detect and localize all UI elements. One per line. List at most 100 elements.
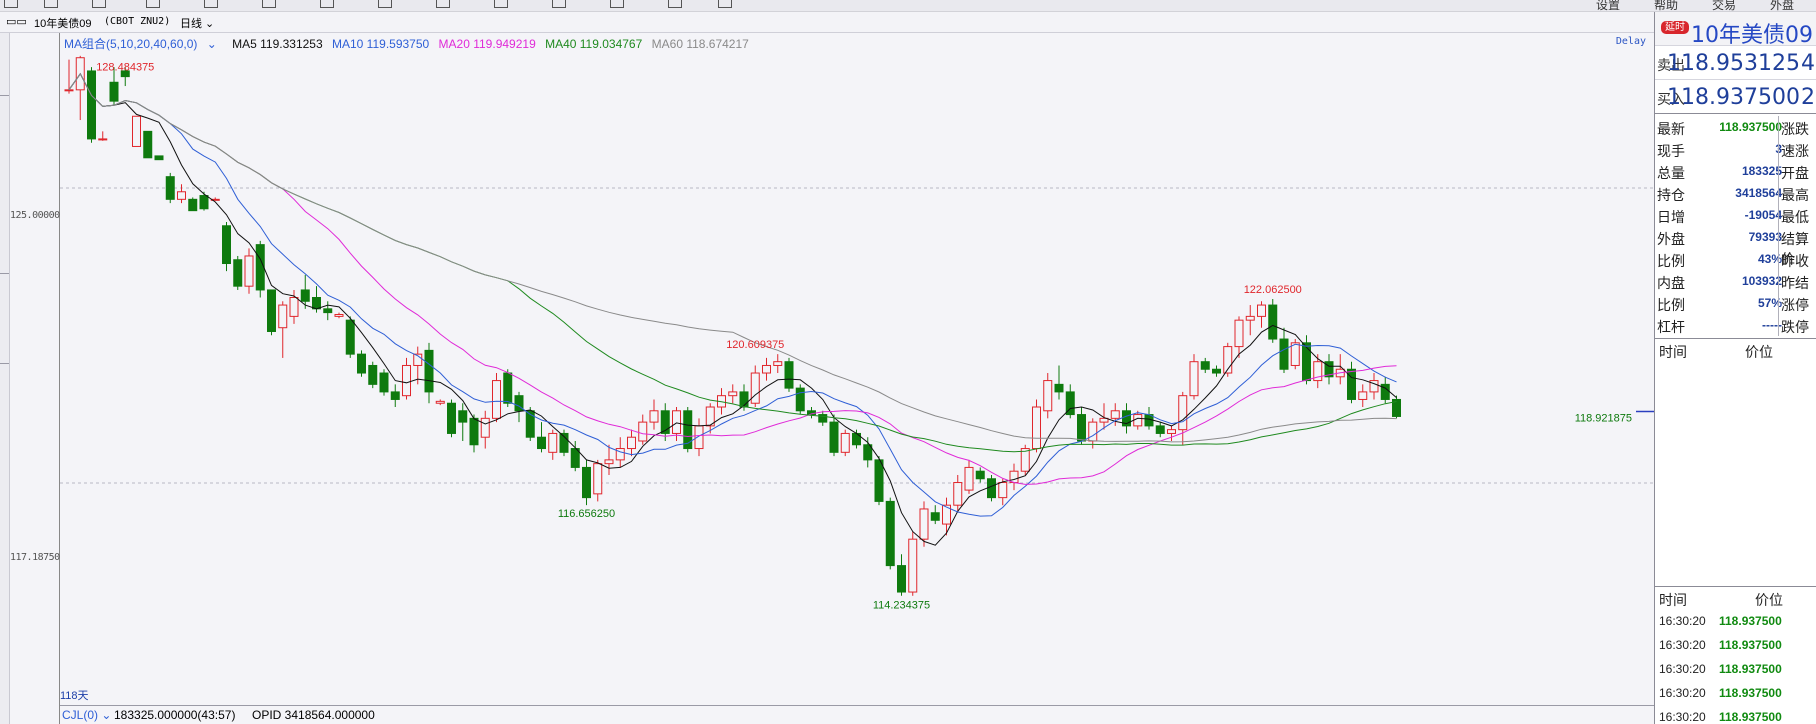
stat-divider — [1778, 270, 1779, 292]
ma-group-selector[interactable]: MA组合(5,10,20,40,60,0) ⌄ — [64, 37, 223, 51]
toolbar-icon-12[interactable] — [610, 0, 624, 8]
stat-value: 79393 — [1748, 230, 1782, 244]
candle-body — [1212, 368, 1221, 374]
candle-body — [728, 391, 738, 397]
candlestick-chart[interactable]: 128.484375 120.609375 122.062500 116.656250… — [60, 33, 1654, 705]
candle-body — [773, 361, 783, 366]
link-icon[interactable]: ▭▭ — [6, 15, 27, 28]
toolbar-icon-13[interactable] — [668, 0, 682, 8]
delay-badge: 延时 — [1661, 21, 1689, 34]
stat-value: ----- — [1762, 318, 1782, 332]
stat-row: 杠杆 ----- 跌停 — [1655, 314, 1816, 336]
candle-body — [885, 500, 895, 567]
candle-body — [64, 89, 74, 92]
tick-header-time: 时间 — [1659, 592, 1687, 608]
toolbar-icon-5[interactable] — [204, 0, 218, 8]
candle-body — [188, 198, 198, 212]
top-toolbar: 设置 帮助 交易 外盘 — [0, 0, 1816, 12]
candle-body — [548, 432, 558, 453]
candle-body — [672, 410, 681, 434]
stat-divider — [1778, 138, 1779, 160]
stat-divider — [1778, 226, 1779, 248]
stat-divider — [1778, 204, 1779, 226]
candle-body — [300, 289, 310, 302]
stat-label-secondary: 开盘 — [1781, 165, 1809, 181]
swing-low-label: 114.234375 — [873, 600, 930, 612]
tick-row: 16:30:20 118.937500 — [1655, 609, 1816, 633]
candle-body — [244, 255, 254, 287]
ma-legend: MA组合(5,10,20,40,60,0) ⌄ MA5 119.331253 M… — [64, 35, 755, 52]
tick-price: 118.937500 — [1719, 614, 1782, 628]
chevron-down-icon: ⌄ — [98, 708, 112, 722]
stat-label-secondary: 最高 — [1781, 187, 1809, 203]
buy-quote-row[interactable]: 买入 118.937500 27 — [1655, 79, 1816, 113]
candle-body — [222, 225, 231, 265]
legend-ma20: MA20 119.949219 — [438, 37, 536, 51]
back-icon[interactable] — [4, 0, 18, 8]
toolbar-icon-11[interactable] — [552, 0, 566, 8]
ma20-line — [68, 72, 1397, 485]
candle-body — [1110, 410, 1120, 419]
stat-row: 持仓 3418564 最高 — [1655, 182, 1816, 204]
quote-stats-table: 最新 118.937500涨跌现手3速涨总量 183325开盘持仓 3418564最高… — [1655, 113, 1816, 339]
candle-body — [874, 459, 884, 502]
layout-icon[interactable] — [44, 0, 58, 8]
toolbar-icon-14[interactable] — [718, 0, 732, 8]
axis-tick-label: 117.187500 — [10, 552, 66, 563]
stat-label-secondary: 最低 — [1781, 209, 1809, 225]
toolbar-icon-8[interactable] — [378, 0, 392, 8]
tick-time: 16:30:20 — [1659, 662, 1706, 676]
menu-help[interactable]: 帮助 — [1654, 0, 1678, 11]
toolbar-icon-7[interactable] — [320, 0, 334, 8]
left-sidebar-strip[interactable] — [0, 33, 10, 724]
period-select[interactable]: 日线 ⌄ — [180, 15, 214, 31]
candle-body — [379, 372, 389, 393]
high-price-label: 128.484375 — [96, 61, 154, 73]
tick-header-price: 价位 — [1755, 592, 1783, 608]
stat-label: 杠杆 — [1657, 319, 1685, 335]
stat-divider — [1778, 292, 1779, 314]
menu-foreign[interactable]: 外盘 — [1770, 0, 1794, 11]
stat-label: 现手 — [1657, 143, 1685, 159]
trading-app: 设置 帮助 交易 外盘 ▭▭ 10年美债09 (CBOT ZNU2) 日线 ⌄ … — [0, 0, 1816, 724]
tick-list-upper[interactable]: 时间 价位 — [1655, 339, 1816, 587]
candle-body — [762, 364, 771, 374]
candle-body — [1178, 395, 1188, 431]
chevron-down-icon: ⌄ — [202, 18, 215, 30]
candle-body — [1234, 319, 1244, 348]
stat-row: 现手3速涨 — [1655, 138, 1816, 160]
menu-trade[interactable]: 交易 — [1712, 0, 1736, 11]
candle-body — [1290, 342, 1300, 366]
strip-divider — [0, 95, 9, 96]
chart-icon[interactable] — [92, 0, 106, 8]
menu-settings[interactable]: 设置 — [1596, 0, 1620, 11]
stat-row: 比例 57% 涨停 — [1655, 292, 1816, 314]
stat-value: 3418564 — [1735, 186, 1782, 200]
candle-body — [919, 508, 929, 540]
toolbar-icon-9[interactable] — [436, 0, 450, 8]
volume-indicator-selector[interactable]: CJL(0) ⌄ — [62, 708, 111, 722]
toolbar-icon-10[interactable] — [494, 0, 508, 8]
volume-value: 183325.000000(43:57) — [114, 708, 236, 722]
tick-header: 时间 价位 — [1655, 587, 1816, 609]
toolbar-icon-6[interactable] — [262, 0, 276, 8]
candle-body — [278, 304, 288, 329]
stat-value: 118.937500 — [1719, 120, 1782, 134]
candle-body — [964, 466, 974, 491]
candle-body — [1167, 429, 1176, 434]
strip-divider — [0, 363, 9, 364]
tick-list-lower[interactable]: 时间 价位 16:30:20 118.937500 16:30:20 118.9375… — [1655, 587, 1816, 724]
candle-body — [975, 470, 985, 480]
candle-body — [267, 289, 276, 332]
toolbar-icon-4[interactable] — [146, 0, 160, 8]
tick-price: 118.937500 — [1719, 710, 1782, 724]
stat-row: 总量 183325 开盘 — [1655, 160, 1816, 182]
tick-time: 16:30:20 — [1659, 614, 1706, 628]
sell-price: 118.953125 — [1667, 51, 1800, 76]
candle-body — [233, 259, 243, 287]
instrument-tab[interactable]: 10年美债09 — [34, 15, 91, 31]
candle-body — [165, 176, 175, 200]
stat-value: 103932 — [1741, 274, 1782, 288]
chart-title-bar: ▭▭ 10年美债09 (CBOT ZNU2) 日线 ⌄ — [0, 12, 1654, 33]
sell-quote-row[interactable]: 卖出 118.953125 46 — [1655, 45, 1816, 79]
